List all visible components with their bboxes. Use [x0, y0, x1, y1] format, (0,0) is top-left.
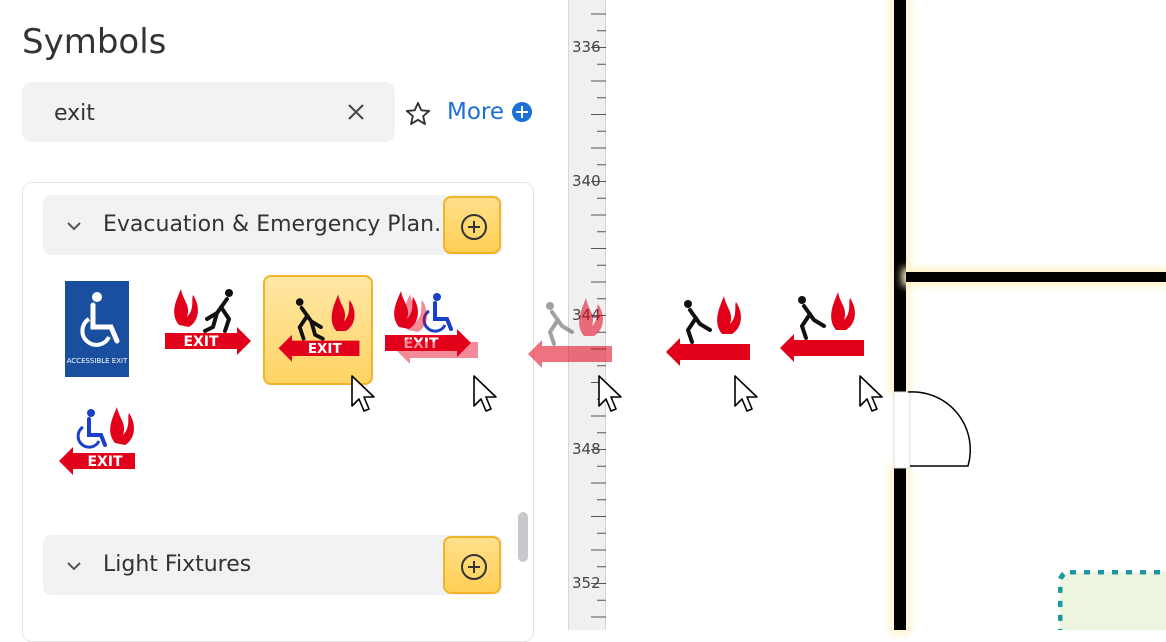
exit-sign-icon: EXIT — [59, 407, 135, 475]
category-label: Evacuation & Emergency Plan... — [103, 212, 456, 237]
chevron-down-icon — [67, 562, 81, 571]
scrollbar-thumb[interactable] — [518, 512, 528, 562]
drag-ghost-exit — [396, 294, 478, 364]
wheelchair-icon: ACCESSIBLE EXIT — [65, 281, 129, 377]
search-box[interactable] — [22, 82, 395, 142]
drag-ghost-exit — [780, 292, 864, 362]
exit-sign-icon: EXIT — [278, 294, 360, 362]
add-circle-icon — [512, 102, 533, 122]
mouse-cursor-icon — [859, 375, 883, 412]
wall — [894, 0, 906, 392]
add-circle-icon — [461, 554, 487, 580]
symbol-exit-wheelchair-left[interactable]: EXIT — [51, 391, 161, 501]
wall — [894, 468, 906, 630]
exit-sign-icon: EXIT — [165, 289, 251, 355]
ruler-label: 352 — [572, 574, 601, 592]
svg-text:EXIT: EXIT — [87, 454, 123, 470]
add-category-button[interactable] — [443, 196, 501, 254]
ruler-label: 348 — [572, 440, 601, 458]
mouse-cursor-icon — [351, 375, 375, 412]
wall — [906, 272, 1166, 282]
ruler-label: 340 — [572, 172, 601, 190]
mouse-cursor-icon — [473, 375, 497, 412]
more-label: More — [447, 99, 505, 125]
symbol-library: Evacuation & Emergency Plan... ACCESSIBL… — [22, 182, 534, 642]
category-light-fixtures[interactable]: Light Fixtures — [43, 535, 503, 595]
chevron-down-icon — [67, 222, 81, 231]
drag-ghost-exit — [528, 298, 612, 368]
mouse-cursor-icon — [734, 375, 758, 412]
more-button[interactable]: More — [447, 99, 533, 125]
svg-text:EXIT: EXIT — [183, 334, 219, 350]
svg-text:EXIT: EXIT — [308, 341, 343, 357]
clear-search-icon[interactable] — [344, 100, 368, 124]
category-evacuation[interactable]: Evacuation & Emergency Plan... — [43, 195, 503, 255]
search-input[interactable] — [52, 95, 336, 131]
symbol-accessible-exit[interactable]: ACCESSIBLE EXIT — [53, 275, 163, 385]
add-category-button[interactable] — [443, 536, 501, 594]
door-symbol — [893, 391, 972, 469]
drag-ghost-exit — [666, 296, 750, 366]
symbol-exit-left[interactable]: EXIT — [263, 275, 373, 385]
accessible-exit-text: ACCESSIBLE EXIT — [67, 357, 128, 365]
mouse-cursor-icon — [598, 375, 622, 412]
favorite-star-icon[interactable] — [404, 100, 432, 128]
add-circle-icon — [461, 214, 487, 240]
room-zone — [1058, 570, 1166, 630]
category-label: Light Fixtures — [103, 552, 252, 577]
symbol-exit-right[interactable]: EXIT — [155, 275, 265, 385]
ruler-label: 336 — [572, 38, 601, 56]
panel-title: Symbols — [22, 22, 167, 62]
